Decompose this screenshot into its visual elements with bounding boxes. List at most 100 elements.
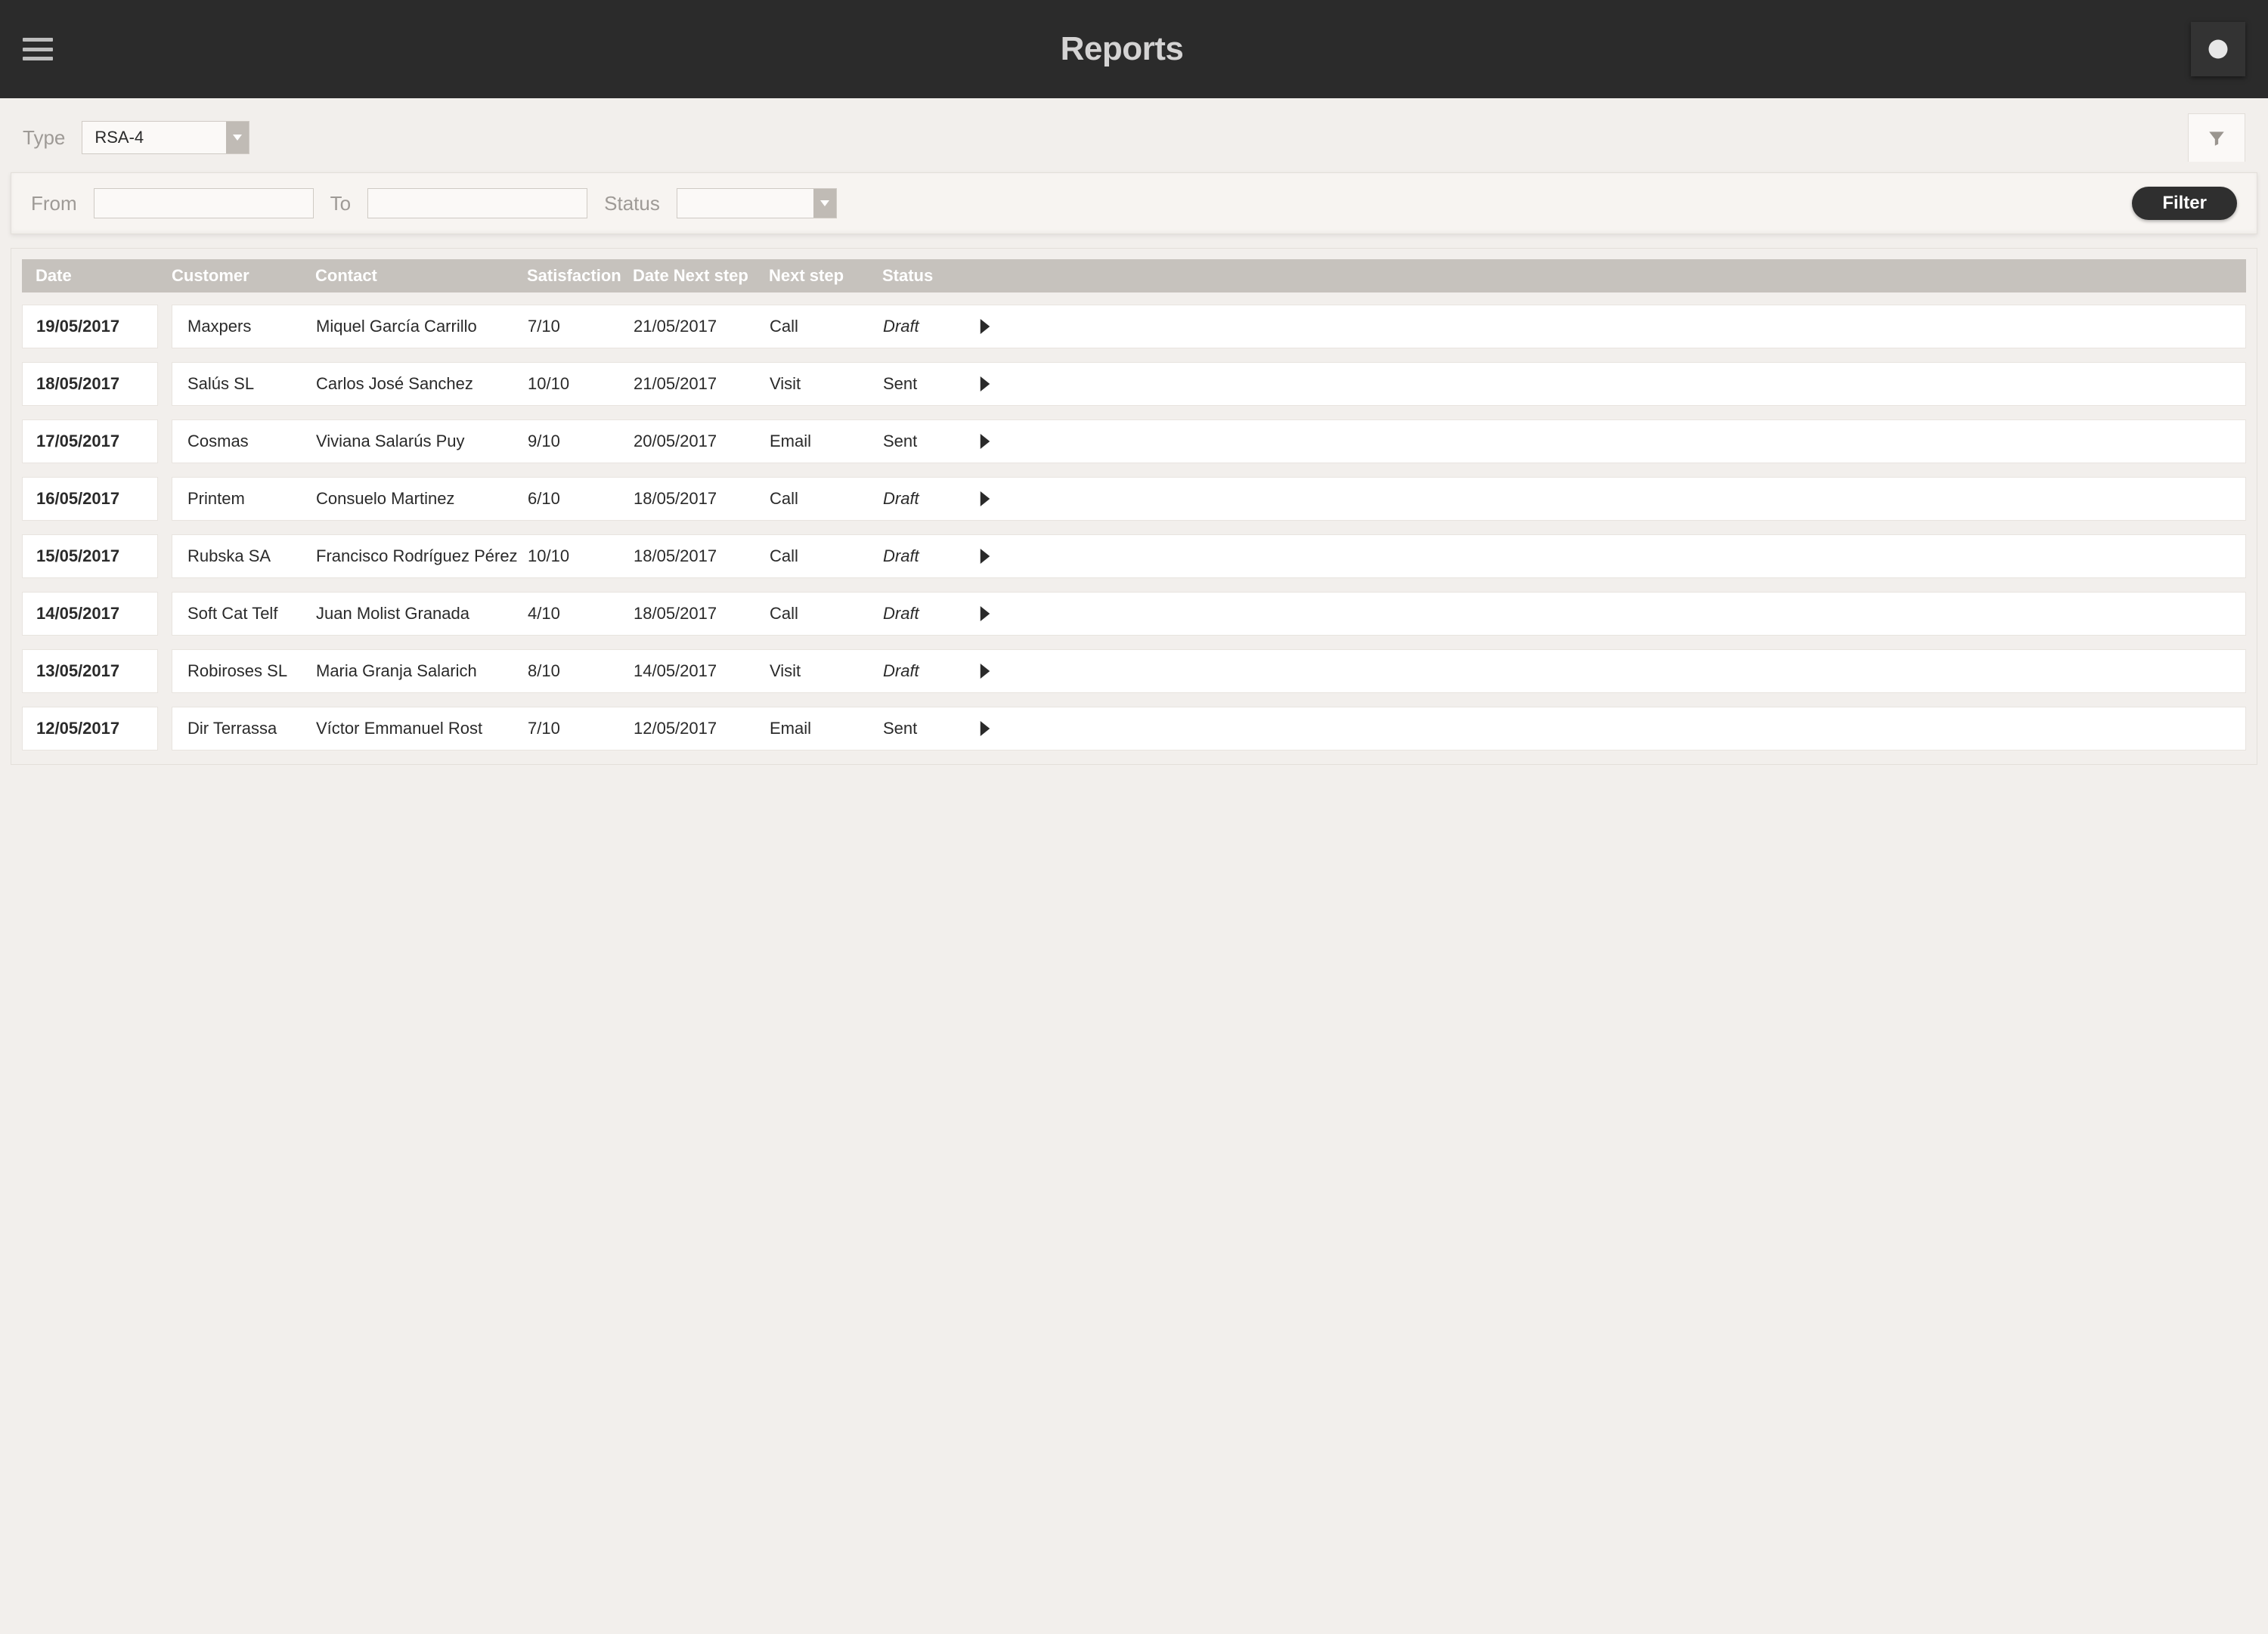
cell-date: 14/05/2017 xyxy=(22,592,158,636)
funnel-icon xyxy=(2207,128,2226,148)
cell-status: Draft xyxy=(883,317,966,336)
row-open-button[interactable] xyxy=(966,376,1004,391)
page-title: Reports xyxy=(1061,30,1184,68)
chevron-right-icon xyxy=(980,664,990,679)
col-status: Status xyxy=(882,266,965,286)
cell-date: 15/05/2017 xyxy=(22,534,158,578)
chevron-right-icon xyxy=(980,376,990,391)
chevron-down-icon xyxy=(226,122,249,153)
cell-status: Draft xyxy=(883,546,966,566)
cell-contact: Miquel García Carrillo xyxy=(316,317,528,336)
cell-contact: Viviana Salarús Puy xyxy=(316,432,528,451)
cell-date-next: 20/05/2017 xyxy=(634,432,770,451)
app-header: Reports xyxy=(0,0,2268,98)
col-satisfaction: Satisfaction xyxy=(527,266,633,286)
cell-date: 12/05/2017 xyxy=(22,707,158,750)
cell-next-step: Email xyxy=(770,432,883,451)
cell-satisfaction: 10/10 xyxy=(528,546,634,566)
table-row[interactable]: 19/05/2017 MaxpersMiquel García Carrillo7… xyxy=(22,305,2246,348)
type-select-value: RSA-4 xyxy=(82,122,226,153)
row-open-button[interactable] xyxy=(966,434,1004,449)
row-body: Rubska SAFrancisco Rodríguez Pérez10/101… xyxy=(172,534,2246,578)
table-row[interactable]: 13/05/2017 Robiroses SLMaria Granja Salar… xyxy=(22,649,2246,693)
row-open-button[interactable] xyxy=(966,319,1004,334)
row-open-button[interactable] xyxy=(966,491,1004,506)
cell-next-step: Call xyxy=(770,317,883,336)
cell-status: Sent xyxy=(883,719,966,738)
table-row[interactable]: 12/05/2017Dir TerrassaVíctor Emmanuel Ro… xyxy=(22,707,2246,750)
filter-toggle-button[interactable] xyxy=(2188,113,2245,162)
table-row[interactable]: 17/05/2017CosmasViviana Salarús Puy9/102… xyxy=(22,419,2246,463)
menu-icon[interactable] xyxy=(23,38,53,60)
cell-date-next: 18/05/2017 xyxy=(634,489,770,509)
cell-customer: Dir Terrassa xyxy=(172,719,316,738)
chevron-right-icon xyxy=(980,434,990,449)
cell-status: Draft xyxy=(883,661,966,681)
cell-date: 16/05/2017 xyxy=(22,477,158,521)
cell-date: 13/05/2017 xyxy=(22,649,158,693)
cell-status: Sent xyxy=(883,432,966,451)
cell-next-step: Email xyxy=(770,719,883,738)
status-select[interactable] xyxy=(677,188,837,218)
table-row[interactable]: 16/05/2017 PrintemConsuelo Martinez6/1018… xyxy=(22,477,2246,521)
row-body: Soft Cat TelfJuan Molist Granada4/1018/0… xyxy=(172,592,2246,636)
cell-contact: Francisco Rodríguez Pérez xyxy=(316,546,528,566)
cell-customer: Soft Cat Telf xyxy=(172,604,316,624)
status-label: Status xyxy=(604,192,660,215)
plus-circle-icon xyxy=(2207,38,2229,60)
cell-customer: Rubska SA xyxy=(172,546,316,566)
type-row: Type RSA-4 xyxy=(0,98,2268,172)
table-row[interactable]: 18/05/2017Salús SLCarlos José Sanchez10/… xyxy=(22,362,2246,406)
to-input[interactable] xyxy=(367,188,587,218)
cell-status: Draft xyxy=(883,489,966,509)
cell-satisfaction: 4/10 xyxy=(528,604,634,624)
row-open-button[interactable] xyxy=(966,549,1004,564)
row-body: MaxpersMiquel García Carrillo7/1021/05/2… xyxy=(172,305,2246,348)
row-open-button[interactable] xyxy=(966,664,1004,679)
row-body: Robiroses SLMaria Granja Salarich8/1014/… xyxy=(172,649,2246,693)
table-header-row: Date Customer Contact Satisfaction Date … xyxy=(22,259,2246,292)
cell-customer: Maxpers xyxy=(172,317,316,336)
row-body: Dir TerrassaVíctor Emmanuel Rost7/1012/0… xyxy=(172,707,2246,750)
type-select[interactable]: RSA-4 xyxy=(82,121,249,154)
cell-next-step: Call xyxy=(770,604,883,624)
from-input[interactable] xyxy=(94,188,314,218)
cell-date-next: 21/05/2017 xyxy=(634,317,770,336)
cell-date: 18/05/2017 xyxy=(22,362,158,406)
cell-date: 17/05/2017 xyxy=(22,419,158,463)
cell-customer: Cosmas xyxy=(172,432,316,451)
col-customer: Customer xyxy=(172,266,315,286)
table-row[interactable]: 15/05/2017 Rubska SAFrancisco Rodríguez P… xyxy=(22,534,2246,578)
row-open-button[interactable] xyxy=(966,606,1004,621)
cell-customer: Robiroses SL xyxy=(172,661,316,681)
cell-date: 19/05/2017 xyxy=(22,305,158,348)
col-date: Date xyxy=(36,266,172,286)
cell-date-next: 21/05/2017 xyxy=(634,374,770,394)
col-next-step: Next step xyxy=(769,266,882,286)
cell-contact: Consuelo Martinez xyxy=(316,489,528,509)
cell-date-next: 18/05/2017 xyxy=(634,546,770,566)
filter-button[interactable]: Filter xyxy=(2132,187,2237,220)
table-row[interactable]: 14/05/2017 Soft Cat TelfJuan Molist Grana… xyxy=(22,592,2246,636)
cell-satisfaction: 6/10 xyxy=(528,489,634,509)
cell-contact: Juan Molist Granada xyxy=(316,604,528,624)
row-open-button[interactable] xyxy=(966,721,1004,736)
cell-customer: Salús SL xyxy=(172,374,316,394)
cell-next-step: Call xyxy=(770,489,883,509)
cell-customer: Printem xyxy=(172,489,316,509)
cell-next-step: Visit xyxy=(770,374,883,394)
reports-table: Date Customer Contact Satisfaction Date … xyxy=(11,248,2257,765)
type-label: Type xyxy=(23,126,65,150)
filter-panel: From To Status Filter xyxy=(11,172,2257,234)
cell-date-next: 18/05/2017 xyxy=(634,604,770,624)
cell-satisfaction: 10/10 xyxy=(528,374,634,394)
add-button[interactable] xyxy=(2191,22,2245,76)
chevron-right-icon xyxy=(980,491,990,506)
from-label: From xyxy=(31,192,77,215)
chevron-right-icon xyxy=(980,319,990,334)
chevron-right-icon xyxy=(980,549,990,564)
cell-date-next: 14/05/2017 xyxy=(634,661,770,681)
to-label: To xyxy=(330,192,351,215)
cell-date-next: 12/05/2017 xyxy=(634,719,770,738)
chevron-down-icon xyxy=(813,189,836,218)
